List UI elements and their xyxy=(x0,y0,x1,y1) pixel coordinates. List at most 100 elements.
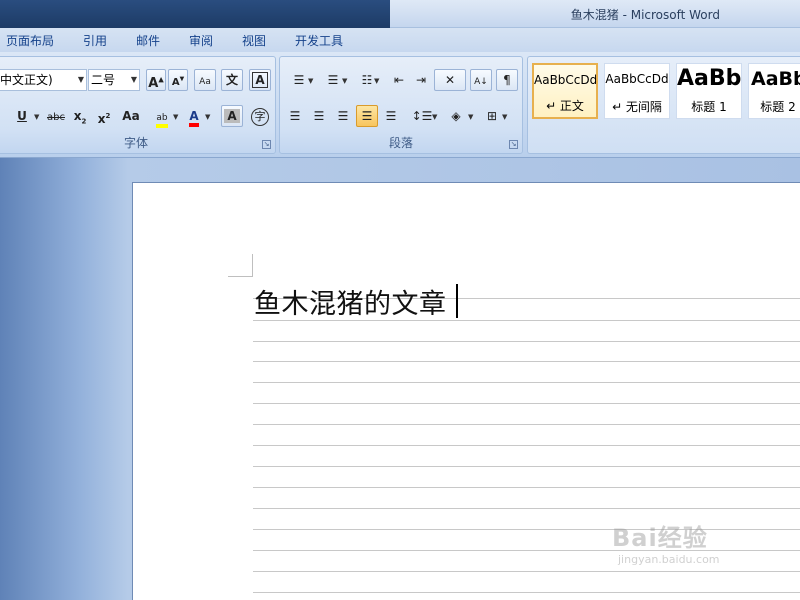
decrease-indent-button[interactable]: ⇤ xyxy=(388,69,410,91)
document-text[interactable]: 鱼木混猪的文章 xyxy=(254,282,447,321)
clear-format-button[interactable]: Aa xyxy=(194,69,216,91)
sort-icon: A↓ xyxy=(474,77,488,87)
dialog-launcher-icon[interactable]: ↘ xyxy=(262,140,271,149)
eraser-icon: Aa xyxy=(199,77,211,87)
watermark-logo: Bai经验 xyxy=(612,524,708,552)
title-bar-dark-region xyxy=(0,0,390,28)
font-color-icon: A xyxy=(189,109,199,127)
align-center-icon: ☰ xyxy=(313,109,325,123)
enclose-characters-icon: 字 xyxy=(251,108,269,126)
character-shading-button[interactable]: A xyxy=(221,105,243,127)
tab-mailings[interactable]: 邮件 xyxy=(136,32,160,49)
gridline xyxy=(253,424,800,425)
watermark-url: jingyan.baidu.com xyxy=(618,553,720,566)
tab-developer[interactable]: 开发工具 xyxy=(295,32,343,49)
chevron-down-icon[interactable]: ▼ xyxy=(131,70,137,90)
gridline xyxy=(253,466,800,467)
tab-page-layout[interactable]: 页面布局 xyxy=(6,32,54,49)
shrink-font-button[interactable]: A▼ xyxy=(168,69,188,91)
style-sample: AaBbCcDd xyxy=(605,72,669,86)
distributed-icon: ☰ xyxy=(385,109,397,123)
character-border-icon: A xyxy=(252,72,268,88)
chevron-down-icon[interactable]: ▼ xyxy=(78,70,84,90)
style-item-no-spacing[interactable]: AaBbCcDd ↵ 无间隔 xyxy=(604,63,670,119)
font-name-value: 中文正文) xyxy=(0,73,53,87)
sort-button[interactable]: A↓ xyxy=(470,69,492,91)
chevron-down-icon[interactable]: ▼ xyxy=(308,77,313,85)
chevron-down-icon[interactable]: ▼ xyxy=(342,77,347,85)
chevron-down-icon[interactable]: ▼ xyxy=(468,113,473,121)
enclose-characters-button[interactable]: 字 xyxy=(249,105,271,127)
character-shading-icon: A xyxy=(224,109,240,123)
chevron-down-icon[interactable]: ▼ xyxy=(34,113,39,121)
gridline xyxy=(253,508,800,509)
strikethrough-icon: abc xyxy=(47,112,65,123)
gridline xyxy=(253,445,800,446)
align-right-button[interactable]: ☰ xyxy=(332,105,354,127)
paragraph-group-label: 段落 xyxy=(388,136,413,150)
shading-button[interactable]: ◈ xyxy=(442,105,470,127)
chevron-down-icon[interactable]: ▼ xyxy=(502,113,507,121)
highlighter-icon: ab xyxy=(156,112,168,128)
align-left-button[interactable]: ☰ xyxy=(284,105,306,127)
text-cursor xyxy=(456,284,458,318)
tab-view[interactable]: 视图 xyxy=(242,32,266,49)
styles-gallery: AaBbCcDd ↵ 正文 AaBbCcDd ↵ 无间隔 AaBb 标题 1 A… xyxy=(527,56,800,154)
style-item-heading1[interactable]: AaBb 标题 1 xyxy=(676,63,742,119)
ribbon: 中文正文) ▼ 二号 ▼ A▲ A▼ Aa 文 A U ▼ abc x2 x2 … xyxy=(0,52,800,158)
font-name-combo[interactable]: 中文正文) ▼ xyxy=(0,69,87,91)
change-case-icon: Aa xyxy=(122,109,140,123)
highlight-button[interactable]: ab xyxy=(151,105,173,128)
gridline xyxy=(253,403,800,404)
grow-font-button[interactable]: A▲ xyxy=(146,69,166,91)
show-marks-button[interactable]: ¶ xyxy=(496,69,518,91)
font-size-combo[interactable]: 二号 ▼ xyxy=(88,69,140,91)
superscript-icon: x2 xyxy=(97,112,111,126)
style-item-heading2[interactable]: AaBb 标题 2 xyxy=(748,63,800,119)
chevron-down-icon[interactable]: ▼ xyxy=(205,113,210,121)
italic-button-partial[interactable] xyxy=(0,105,5,127)
chevron-down-icon[interactable]: ▼ xyxy=(374,77,379,85)
multilevel-list-icon: ☷ xyxy=(361,73,373,87)
shrink-font-icon: A▼ xyxy=(171,76,185,89)
subscript-icon: x2 xyxy=(73,109,87,126)
paragraph-group: ☰ ▼ ☰ ▼ ☷ ▼ ⇤ ⇥ ✕ A↓ ¶ ☰ ☰ ☰ ☰ ☰ ↕☰ ▼ ◈ … xyxy=(279,56,523,154)
underline-button[interactable]: U xyxy=(11,105,33,127)
character-border-button[interactable]: A xyxy=(249,69,271,91)
chevron-down-icon[interactable]: ▼ xyxy=(432,113,437,121)
style-name: 标题 2 xyxy=(760,100,796,114)
chevron-down-icon[interactable]: ▼ xyxy=(173,113,178,121)
style-item-normal[interactable]: AaBbCcDd ↵ 正文 xyxy=(532,63,598,119)
window-title: 鱼木混猪 - Microsoft Word xyxy=(570,8,720,22)
distributed-button[interactable]: ☰ xyxy=(380,105,402,127)
gridline xyxy=(253,487,800,488)
subscript-button[interactable]: x2 xyxy=(69,105,91,127)
gridline xyxy=(253,341,800,342)
style-name: 标题 1 xyxy=(691,100,727,114)
phonetic-guide-button[interactable]: 文 xyxy=(221,69,243,91)
gridline xyxy=(253,592,800,593)
increase-indent-button[interactable]: ⇥ xyxy=(410,69,432,91)
superscript-button[interactable]: x2 xyxy=(93,105,115,127)
numbering-icon: ☰ xyxy=(327,73,339,87)
chinese-layout-button[interactable]: ✕ xyxy=(434,69,466,91)
underline-icon: U xyxy=(17,109,27,123)
strikethrough-button[interactable]: abc xyxy=(43,105,69,127)
baidu-watermark: Bai经验 jingyan.baidu.com xyxy=(612,518,720,566)
font-group: 中文正文) ▼ 二号 ▼ A▲ A▼ Aa 文 A U ▼ abc x2 x2 … xyxy=(0,56,276,154)
style-name: ↵ 无间隔 xyxy=(612,100,662,114)
dialog-launcher-icon[interactable]: ↘ xyxy=(509,140,518,149)
justify-icon: ☰ xyxy=(361,109,373,123)
title-bar: 鱼木混猪 - Microsoft Word xyxy=(0,0,800,28)
font-color-button[interactable]: A xyxy=(183,105,205,127)
align-center-button[interactable]: ☰ xyxy=(308,105,330,127)
gridline xyxy=(253,382,800,383)
change-case-button[interactable]: Aa xyxy=(117,105,145,127)
tab-references[interactable]: 引用 xyxy=(83,32,107,49)
tab-review[interactable]: 审阅 xyxy=(189,32,213,49)
font-group-label: 字体 xyxy=(123,136,148,150)
justify-button[interactable]: ☰ xyxy=(356,105,378,127)
align-left-icon: ☰ xyxy=(289,109,301,123)
paragraph-mark-icon: ¶ xyxy=(503,73,511,87)
align-right-icon: ☰ xyxy=(337,109,349,123)
